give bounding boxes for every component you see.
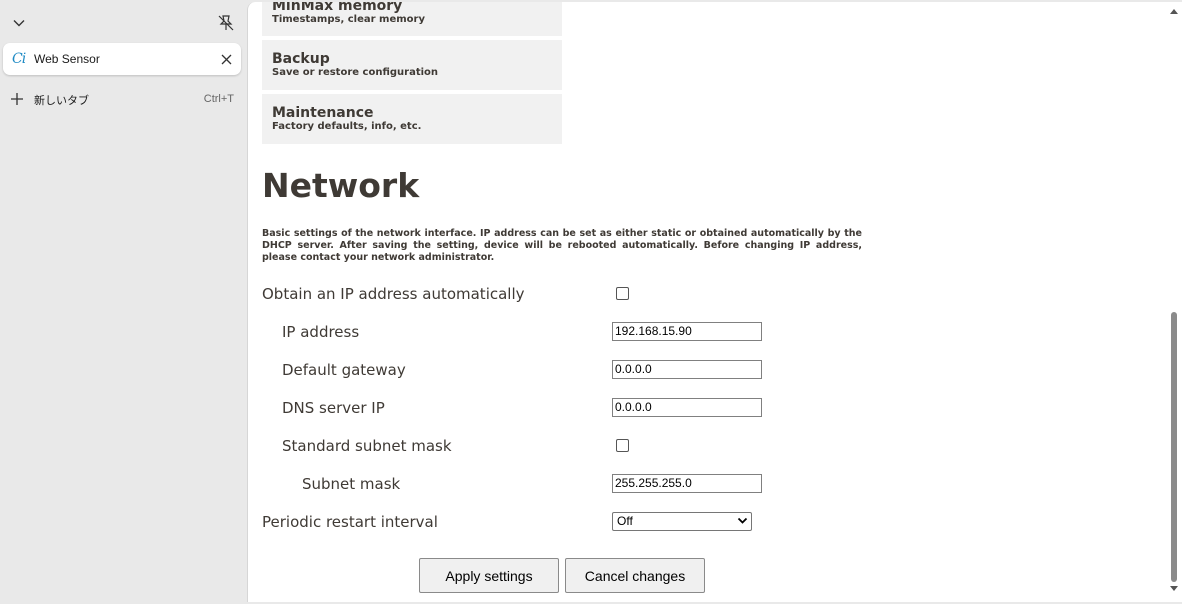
subnet-mask-input[interactable]: 255.255.255.0 bbox=[612, 474, 762, 493]
page-title: Network bbox=[262, 166, 420, 205]
unpin-sidebar-button[interactable] bbox=[215, 12, 237, 34]
scroll-down-arrow-icon[interactable] bbox=[1169, 585, 1179, 593]
menu-item-maintenance[interactable]: Maintenance Factory defaults, info, etc. bbox=[262, 94, 562, 144]
menu-item-subtitle: Save or restore configuration bbox=[272, 67, 439, 78]
ip-address-input[interactable]: 192.168.15.90 bbox=[612, 322, 762, 341]
dhcp-checkbox[interactable] bbox=[616, 287, 629, 300]
dhcp-label: Obtain an IP address automatically bbox=[262, 285, 525, 303]
site-favicon-icon: Ci bbox=[12, 51, 26, 67]
menu-item-minmax-memory[interactable]: MinMax memory Timestamps, clear memory bbox=[262, 2, 562, 36]
chevron-down-icon bbox=[13, 20, 25, 27]
cancel-changes-button[interactable]: Cancel changes bbox=[565, 558, 705, 593]
unpin-icon bbox=[218, 15, 234, 31]
restart-interval-value: Off bbox=[617, 514, 633, 528]
apply-settings-button[interactable]: Apply settings bbox=[419, 558, 559, 593]
plus-icon bbox=[11, 93, 23, 105]
default-gateway-input[interactable]: 0.0.0.0 bbox=[612, 360, 762, 379]
page-description: Basic settings of the network interface.… bbox=[262, 228, 862, 263]
standard-subnet-mask-label: Standard subnet mask bbox=[282, 437, 452, 455]
collapse-tabs-button[interactable] bbox=[8, 12, 30, 34]
default-gateway-label: Default gateway bbox=[282, 361, 406, 379]
menu-item-title: Backup bbox=[272, 51, 330, 67]
menu-item-subtitle: Factory defaults, info, etc. bbox=[272, 121, 422, 132]
scroll-up-arrow-icon[interactable] bbox=[1169, 7, 1179, 15]
vertical-scrollbar[interactable] bbox=[1168, 2, 1181, 602]
close-icon bbox=[221, 54, 231, 64]
close-tab-button[interactable] bbox=[218, 51, 234, 67]
menu-item-title: MinMax memory bbox=[272, 2, 403, 14]
new-tab-shortcut: Ctrl+T bbox=[203, 93, 234, 105]
menu-item-subtitle: Timestamps, clear memory bbox=[272, 14, 425, 25]
scrollbar-thumb[interactable] bbox=[1171, 312, 1177, 582]
menu-item-backup[interactable]: Backup Save or restore configuration bbox=[262, 40, 562, 90]
ip-address-label: IP address bbox=[282, 323, 360, 341]
dns-server-label: DNS server IP bbox=[282, 399, 385, 417]
tab-web-sensor[interactable]: Ci Web Sensor bbox=[3, 43, 241, 75]
subnet-mask-label: Subnet mask bbox=[302, 475, 401, 493]
tab-title: Web Sensor bbox=[34, 52, 100, 66]
restart-interval-select[interactable]: Off bbox=[612, 512, 752, 531]
page-content: MinMax memory Timestamps, clear memory B… bbox=[247, 2, 1182, 602]
vertical-tab-strip: Ci Web Sensor 新しいタブ Ctrl+T bbox=[0, 0, 247, 604]
standard-subnet-mask-checkbox[interactable] bbox=[616, 439, 629, 452]
menu-item-title: Maintenance bbox=[272, 105, 374, 121]
chevron-down-icon bbox=[737, 517, 748, 524]
new-tab-button[interactable]: 新しいタブ Ctrl+T bbox=[8, 88, 240, 110]
dns-server-input[interactable]: 0.0.0.0 bbox=[612, 398, 762, 417]
new-tab-label: 新しいタブ bbox=[34, 94, 89, 107]
restart-interval-label: Periodic restart interval bbox=[262, 513, 438, 531]
